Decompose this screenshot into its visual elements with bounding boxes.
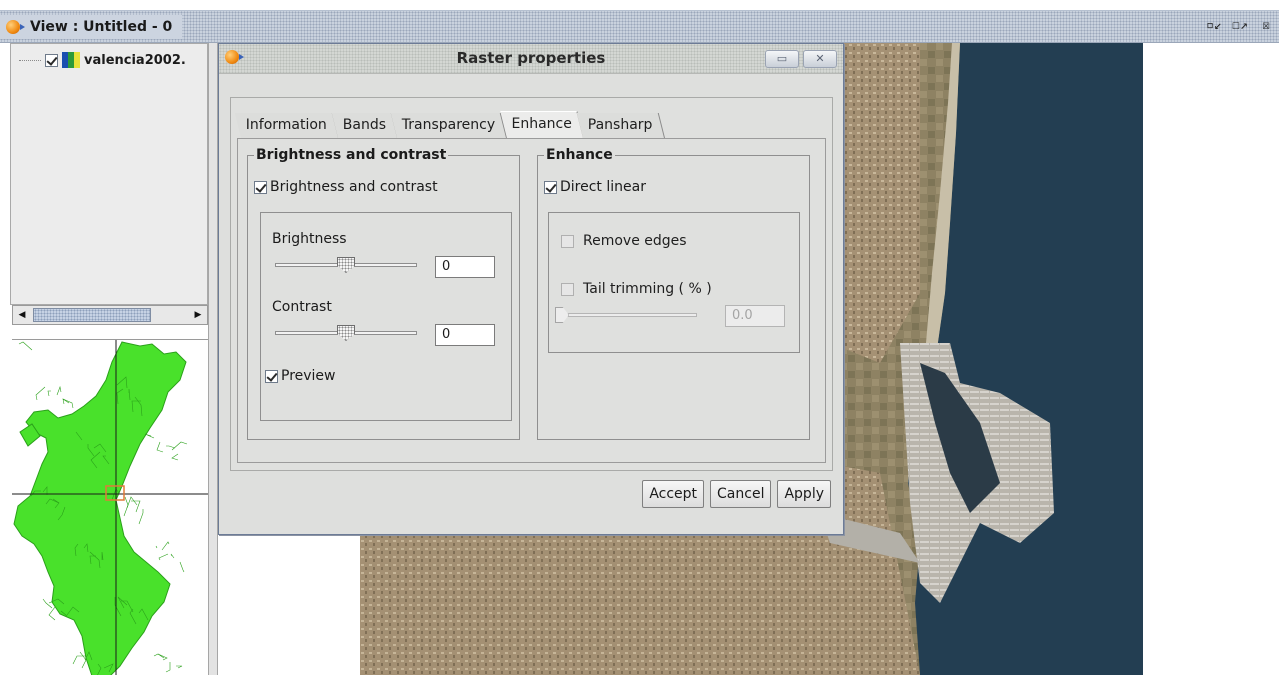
dialog-body: Information Bands Transparency Enhance P… <box>230 97 833 471</box>
dialog-title-bar[interactable]: Raster properties ▭ ✕ <box>219 44 843 74</box>
tab-label: Information <box>245 117 327 133</box>
dialog-window-buttons: ▭ ✕ <box>765 50 837 68</box>
subdivision-line <box>176 665 183 669</box>
brightness-contrast-group: Brightness and contrast Brightness and c… <box>247 147 520 440</box>
tab-pansharp[interactable]: Pansharp <box>576 113 665 138</box>
toc-horizontal-scrollbar[interactable]: ◀ ▶ <box>12 305 208 325</box>
close-icon[interactable]: ✕ <box>803 50 837 68</box>
slider-track[interactable] <box>555 313 697 317</box>
scrollbar-thumb[interactable] <box>33 308 151 322</box>
subdivision-line <box>138 509 144 525</box>
subdivision-line <box>170 553 175 559</box>
accept-button[interactable]: Accept <box>642 480 705 508</box>
enhance-legend: Enhance <box>546 147 613 163</box>
preview-label: Preview <box>281 368 336 384</box>
preview-toggle[interactable]: Preview <box>265 368 336 384</box>
tab-enhance[interactable]: Enhance <box>499 111 585 138</box>
swatch-band-3 <box>74 52 80 68</box>
contrast-value-field[interactable]: 0 <box>435 324 495 346</box>
close-icon[interactable]: ☒ <box>1257 17 1275 35</box>
direct-linear-checkbox[interactable] <box>544 180 557 194</box>
subdivision-line <box>126 496 138 509</box>
contrast-label: Contrast <box>272 299 332 315</box>
scroll-right-icon[interactable]: ▶ <box>189 306 207 324</box>
restore-icon[interactable]: ▫↙ <box>1205 17 1223 35</box>
tab-strip: Information Bands Transparency Enhance P… <box>234 110 665 138</box>
subdivision-line <box>171 453 179 461</box>
subdivision-line <box>42 598 53 609</box>
dialog-title: Raster properties <box>456 49 606 67</box>
brightness-contrast-enable-label: Brightness and contrast <box>270 179 438 195</box>
locator-map[interactable] <box>12 339 208 675</box>
preview-checkbox[interactable] <box>265 369 278 383</box>
brightness-contrast-checkbox[interactable] <box>254 180 267 194</box>
tab-label: Pansharp <box>587 117 653 133</box>
layer-name: valencia2002. <box>84 52 186 68</box>
raster-properties-dialog: Raster properties ▭ ✕ Information Bands … <box>218 43 844 535</box>
slider-thumb[interactable] <box>555 307 569 323</box>
view-title: View : Untitled - 0 <box>30 19 173 35</box>
tab-label: Enhance <box>511 116 572 132</box>
subdivision-line <box>171 441 188 451</box>
view-window-buttons: ▫↙ ☐↗ ☒ <box>1205 17 1275 35</box>
direct-linear-toggle[interactable]: Direct linear <box>544 179 646 195</box>
tab-bands[interactable]: Bands <box>331 113 399 138</box>
subdivision-line <box>48 606 56 621</box>
subdivision-line <box>18 341 33 351</box>
brightness-slider[interactable] <box>275 257 417 273</box>
split-pane-divider[interactable] <box>208 43 218 675</box>
raster-layer-icon <box>62 52 80 68</box>
tree-connector <box>19 59 41 61</box>
apply-button[interactable]: Apply <box>777 480 831 508</box>
tail-trimming-toggle[interactable]: Tail trimming ( % ) <box>561 281 712 297</box>
minimize-icon[interactable]: ▭ <box>765 50 799 68</box>
scroll-left-icon[interactable]: ◀ <box>13 306 31 324</box>
tab-transparency[interactable]: Transparency <box>391 113 508 138</box>
brightness-value-field[interactable]: 0 <box>435 256 495 278</box>
contrast-slider[interactable] <box>275 325 417 341</box>
cancel-button[interactable]: Cancel <box>710 480 772 508</box>
view-title-wrap: View : Untitled - 0 <box>0 15 183 39</box>
remove-edges-label: Remove edges <box>583 233 687 249</box>
direct-linear-label: Direct linear <box>560 179 646 195</box>
gvsig-app-icon <box>6 20 25 34</box>
tail-trimming-label: Tail trimming ( % ) <box>583 281 712 297</box>
subdivision-line <box>161 541 170 551</box>
dialog-buttons: Accept Cancel Apply <box>642 480 831 508</box>
tail-trimming-value-field[interactable]: 0.0 <box>725 305 785 327</box>
tab-label: Transparency <box>402 117 496 133</box>
subdivision-line <box>144 433 155 439</box>
top-strip <box>0 0 1279 10</box>
maximize-icon[interactable]: ☐↗ <box>1231 17 1249 35</box>
remove-edges-checkbox[interactable] <box>561 234 574 248</box>
table-of-contents: valencia2002. <box>10 43 208 305</box>
subdivision-line <box>165 662 171 673</box>
subdivision-line <box>155 545 158 549</box>
locator-map-graphic <box>12 340 208 675</box>
tab-label: Bands <box>342 117 387 133</box>
enhance-group: Enhance Direct linear Remove edges Tail … <box>537 147 810 440</box>
subdivision-line <box>166 445 176 449</box>
enhance-tab-panel: Brightness and contrast Brightness and c… <box>237 138 826 463</box>
layer-row[interactable]: valencia2002. <box>19 52 186 68</box>
subdivision-line <box>35 386 46 401</box>
subdivision-line <box>179 561 185 573</box>
brightness-contrast-enable[interactable]: Brightness and contrast <box>254 179 438 195</box>
brightness-contrast-controls: Brightness 0 Contrast 0 Preview <box>260 212 512 421</box>
slider-thumb[interactable] <box>337 257 355 273</box>
subdivision-line <box>56 385 62 396</box>
view-title-bar[interactable]: View : Untitled - 0 ▫↙ ☐↗ ☒ <box>0 10 1279 43</box>
tail-trimming-checkbox[interactable] <box>561 282 574 296</box>
subdivision-line <box>158 553 169 561</box>
tab-information[interactable]: Information <box>234 113 340 138</box>
slider-thumb[interactable] <box>337 325 355 341</box>
subdivision-line <box>156 441 164 453</box>
brightness-label: Brightness <box>272 231 347 247</box>
remove-edges-toggle[interactable]: Remove edges <box>561 233 687 249</box>
tail-trimming-slider[interactable] <box>555 307 697 323</box>
enhance-options-box: Remove edges Tail trimming ( % ) 0.0 <box>548 212 800 353</box>
layer-visibility-checkbox[interactable] <box>45 53 58 67</box>
brightness-contrast-legend: Brightness and contrast <box>256 147 447 163</box>
subdivision-line <box>47 390 51 397</box>
